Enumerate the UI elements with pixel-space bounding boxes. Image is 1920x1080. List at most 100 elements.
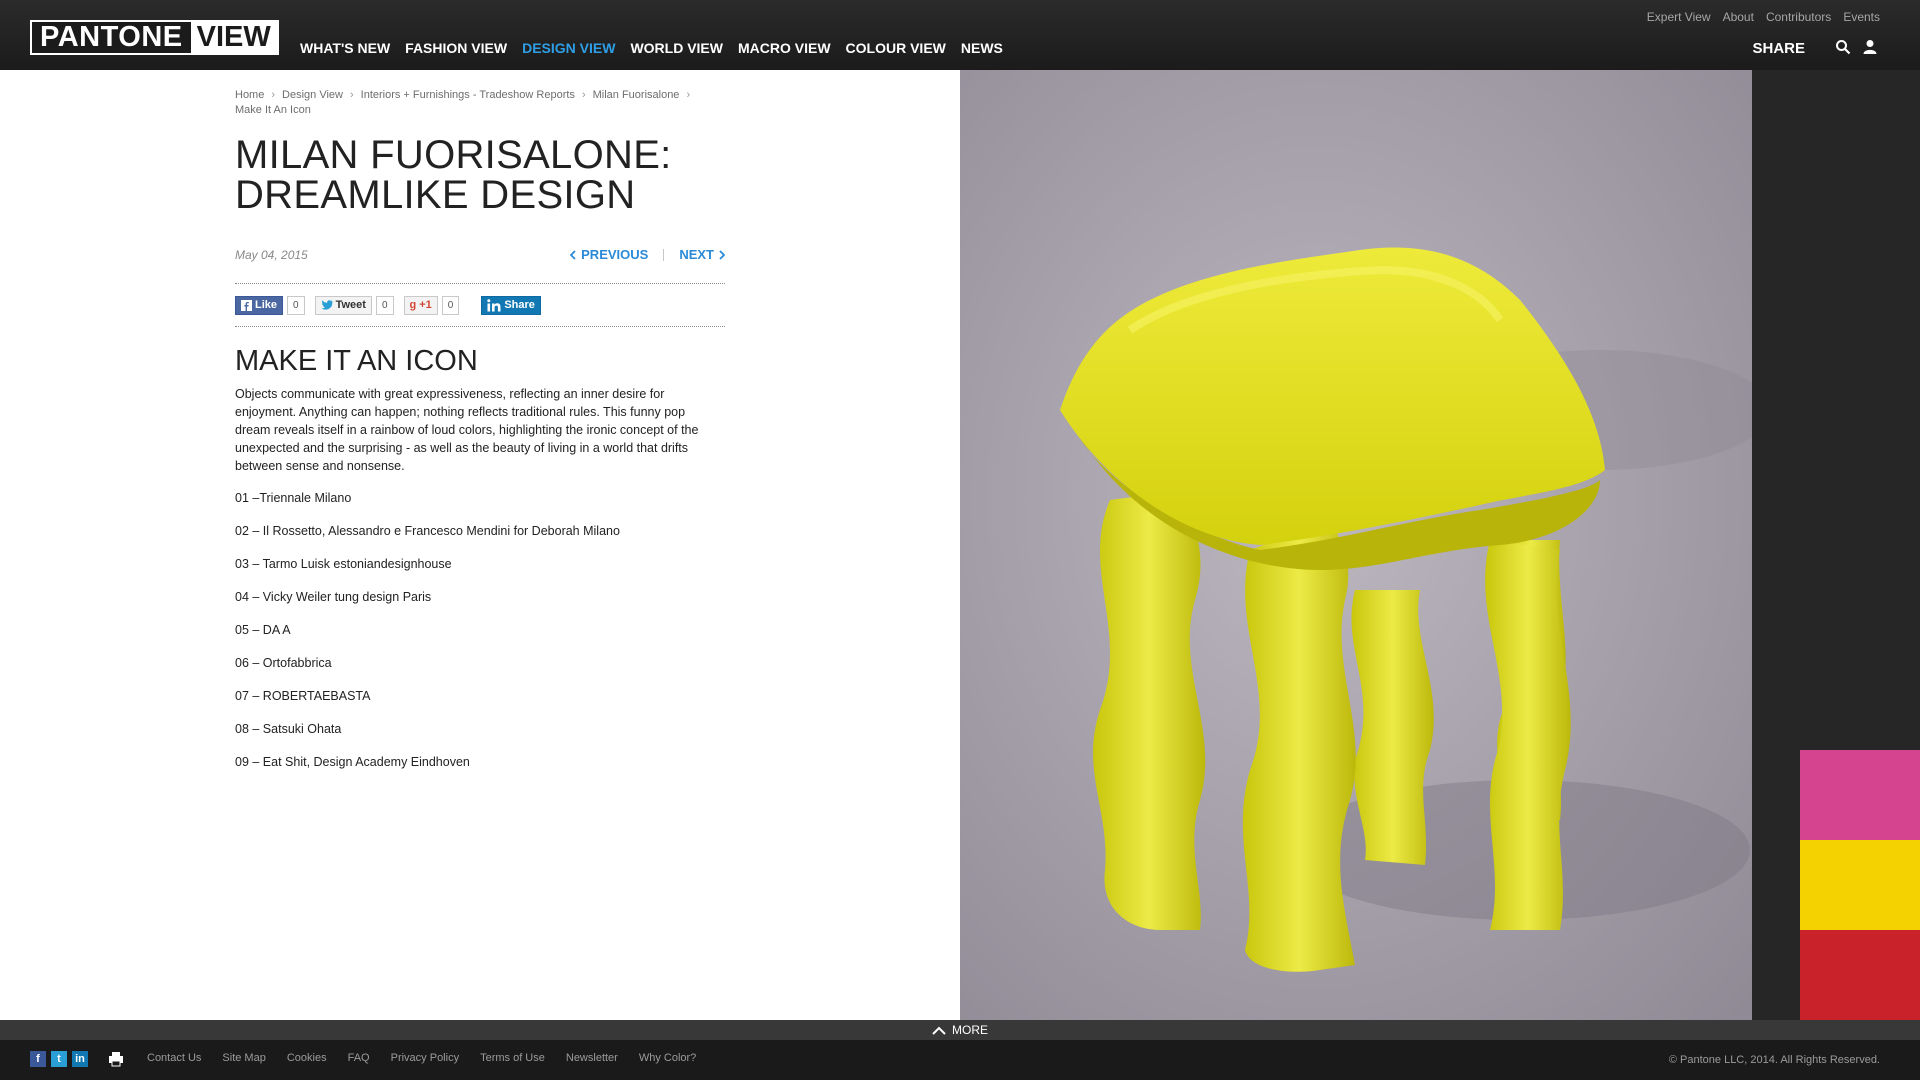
footer-links: Contact Us Site Map Cookies FAQ Privacy … bbox=[147, 1052, 696, 1064]
twitter-icon[interactable]: t bbox=[51, 1051, 67, 1067]
google-plus-button[interactable]: g +1 bbox=[403, 295, 438, 315]
breadcrumb-home[interactable]: Home bbox=[235, 89, 264, 101]
copyright-text: © Pantone LLC, 2014. All Rights Reserved… bbox=[1668, 1054, 1880, 1066]
page-title-line2: DREAMLIKE DESIGN bbox=[235, 173, 636, 217]
breadcrumb-separator: › bbox=[271, 89, 276, 101]
linkedin-icon bbox=[487, 298, 501, 311]
color-swatch-yellow[interactable] bbox=[1800, 840, 1920, 930]
article-date: May 04, 2015 bbox=[235, 248, 308, 262]
footer-link-contact-us[interactable]: Contact Us bbox=[147, 1052, 201, 1064]
linkedin-icon[interactable]: in bbox=[72, 1051, 88, 1067]
tweet-label: Tweet bbox=[316, 297, 371, 314]
page-title: MILAN FUORISALONE: DREAMLIKE DESIGN bbox=[235, 135, 735, 215]
breadcrumb-separator: › bbox=[349, 89, 354, 101]
facebook-icon[interactable]: f bbox=[30, 1051, 46, 1067]
list-item: 02 – Il Rossetto, Alessandro e Francesco… bbox=[235, 524, 620, 538]
next-label: NEXT bbox=[679, 247, 714, 262]
logo-text-view: VIEW bbox=[190, 22, 277, 53]
twitter-bird-icon bbox=[320, 300, 333, 310]
facebook-like-button[interactable]: Like bbox=[235, 295, 284, 315]
more-bar: MORE bbox=[0, 1020, 1920, 1040]
article-intro: Objects communicate with great expressiv… bbox=[235, 387, 699, 473]
article-meta: May 04, 2015 PREVIOUS NEXT bbox=[235, 242, 725, 272]
previous-label: PREVIOUS bbox=[581, 247, 649, 262]
like-count: 0 bbox=[287, 295, 305, 315]
facebook-like-label: Like bbox=[236, 297, 282, 314]
article-photo bbox=[960, 70, 1752, 1020]
chevron-left-icon bbox=[570, 249, 576, 260]
logo-text-pantone: PANTONE bbox=[32, 22, 191, 53]
section-title: MAKE IT AN ICON bbox=[235, 345, 478, 377]
search-icon[interactable] bbox=[1835, 39, 1851, 55]
next-button[interactable]: NEXT bbox=[679, 247, 725, 262]
breadcrumb-interiors[interactable]: Interiors + Furnishings - Tradeshow Repo… bbox=[361, 89, 575, 101]
nav-colour-view[interactable]: COLOUR VIEW bbox=[846, 40, 946, 56]
util-events[interactable]: Events bbox=[1843, 10, 1880, 24]
footer-link-site-map[interactable]: Site Map bbox=[222, 1052, 265, 1064]
credits-list: 01 –Triennale Milano 02 – Il Rossetto, A… bbox=[235, 491, 725, 788]
nav-macro-view[interactable]: MACRO VIEW bbox=[738, 40, 831, 56]
linkedin-share-text: Share bbox=[504, 299, 535, 311]
google-plus-icon: g bbox=[409, 299, 417, 311]
nav-design-view[interactable]: DESIGN VIEW bbox=[522, 40, 615, 56]
list-item: 03 – Tarmo Luisk estoniandesignhouse bbox=[235, 557, 452, 571]
like-text: Like bbox=[255, 299, 278, 311]
list-item: 06 – Ortofabbrica bbox=[235, 656, 332, 670]
yellow-stool-image bbox=[960, 70, 1752, 1020]
breadcrumb-milan-fuorisalone[interactable]: Milan Fuorisalone bbox=[593, 89, 680, 101]
tweet-text: Tweet bbox=[335, 299, 366, 311]
list-item: 04 – Vicky Weiler tung design Paris bbox=[235, 590, 432, 604]
more-label: MORE bbox=[952, 1023, 988, 1037]
list-item: 05 – DA A bbox=[235, 623, 291, 637]
print-icon[interactable] bbox=[108, 1051, 124, 1067]
footer-link-privacy-policy[interactable]: Privacy Policy bbox=[391, 1052, 459, 1064]
breadcrumb-separator: › bbox=[686, 89, 691, 101]
nav-news[interactable]: NEWS bbox=[961, 40, 1003, 56]
breadcrumb-design-view[interactable]: Design View bbox=[282, 89, 343, 101]
pager-divider bbox=[663, 248, 665, 261]
page-title-line1: MILAN FUORISALONE: bbox=[235, 133, 672, 177]
util-about[interactable]: About bbox=[1723, 10, 1754, 24]
tweet-count: 0 bbox=[375, 295, 394, 315]
article-pager: PREVIOUS NEXT bbox=[570, 247, 725, 262]
footer-link-terms-of-use[interactable]: Terms of Use bbox=[480, 1052, 545, 1064]
facebook-icon bbox=[241, 299, 252, 311]
footer-link-faq[interactable]: FAQ bbox=[348, 1052, 370, 1064]
color-swatch-red[interactable] bbox=[1800, 930, 1920, 1020]
site-header: PANTONE VIEW WHAT'S NEW FASHION VIEW DES… bbox=[0, 0, 1920, 70]
main-nav: WHAT'S NEW FASHION VIEW DESIGN VIEW WORL… bbox=[300, 40, 1003, 56]
nav-world-view[interactable]: WORLD VIEW bbox=[630, 40, 723, 56]
breadcrumb-separator: › bbox=[581, 89, 586, 101]
footer-link-newsletter[interactable]: Newsletter bbox=[566, 1052, 618, 1064]
list-item: 08 – Satsuki Ohata bbox=[235, 722, 342, 736]
utility-nav: Expert View About Contributors Events bbox=[1647, 10, 1880, 24]
chevron-up-icon bbox=[932, 1026, 946, 1035]
list-item: 09 – Eat Shit, Design Academy Eindhoven bbox=[235, 755, 470, 769]
linkedin-share-button[interactable]: Share bbox=[481, 295, 541, 315]
site-footer: f t in Contact Us Site Map Cookies FAQ P… bbox=[0, 1040, 1920, 1080]
more-button[interactable]: MORE bbox=[932, 1023, 988, 1037]
footer-link-cookies[interactable]: Cookies bbox=[287, 1052, 327, 1064]
article-content: Home › Design View › Interiors + Furnishings… bbox=[235, 88, 725, 788]
previous-button[interactable]: PREVIOUS bbox=[570, 247, 648, 262]
header-share-button[interactable]: SHARE bbox=[1752, 40, 1805, 57]
pantone-view-logo[interactable]: PANTONE VIEW bbox=[30, 20, 279, 55]
breadcrumb: Home › Design View › Interiors + Furnishings… bbox=[235, 88, 725, 118]
google-plus-text: +1 bbox=[419, 299, 432, 311]
breadcrumb-current: Make It An Icon bbox=[235, 104, 311, 116]
util-expert-view[interactable]: Expert View bbox=[1647, 10, 1711, 24]
nav-whats-new[interactable]: WHAT'S NEW bbox=[300, 40, 390, 56]
linkedin-share-label: Share bbox=[482, 297, 540, 314]
color-swatch-magenta[interactable] bbox=[1800, 750, 1920, 840]
user-icon[interactable] bbox=[1862, 39, 1878, 55]
tweet-button[interactable]: Tweet bbox=[314, 295, 372, 315]
list-item: 01 –Triennale Milano bbox=[235, 491, 352, 505]
util-contributors[interactable]: Contributors bbox=[1766, 10, 1831, 24]
social-share-bar: Like 0 Tweet 0 g +1 0 Share bbox=[235, 283, 725, 327]
footer-link-why-color[interactable]: Why Color? bbox=[639, 1052, 696, 1064]
chevron-right-icon bbox=[719, 249, 725, 260]
google-plus-count: 0 bbox=[441, 295, 460, 315]
google-plus-label: g +1 bbox=[405, 297, 437, 314]
nav-fashion-view[interactable]: FASHION VIEW bbox=[405, 40, 507, 56]
list-item: 07 – ROBERTAEBASTA bbox=[235, 689, 371, 703]
